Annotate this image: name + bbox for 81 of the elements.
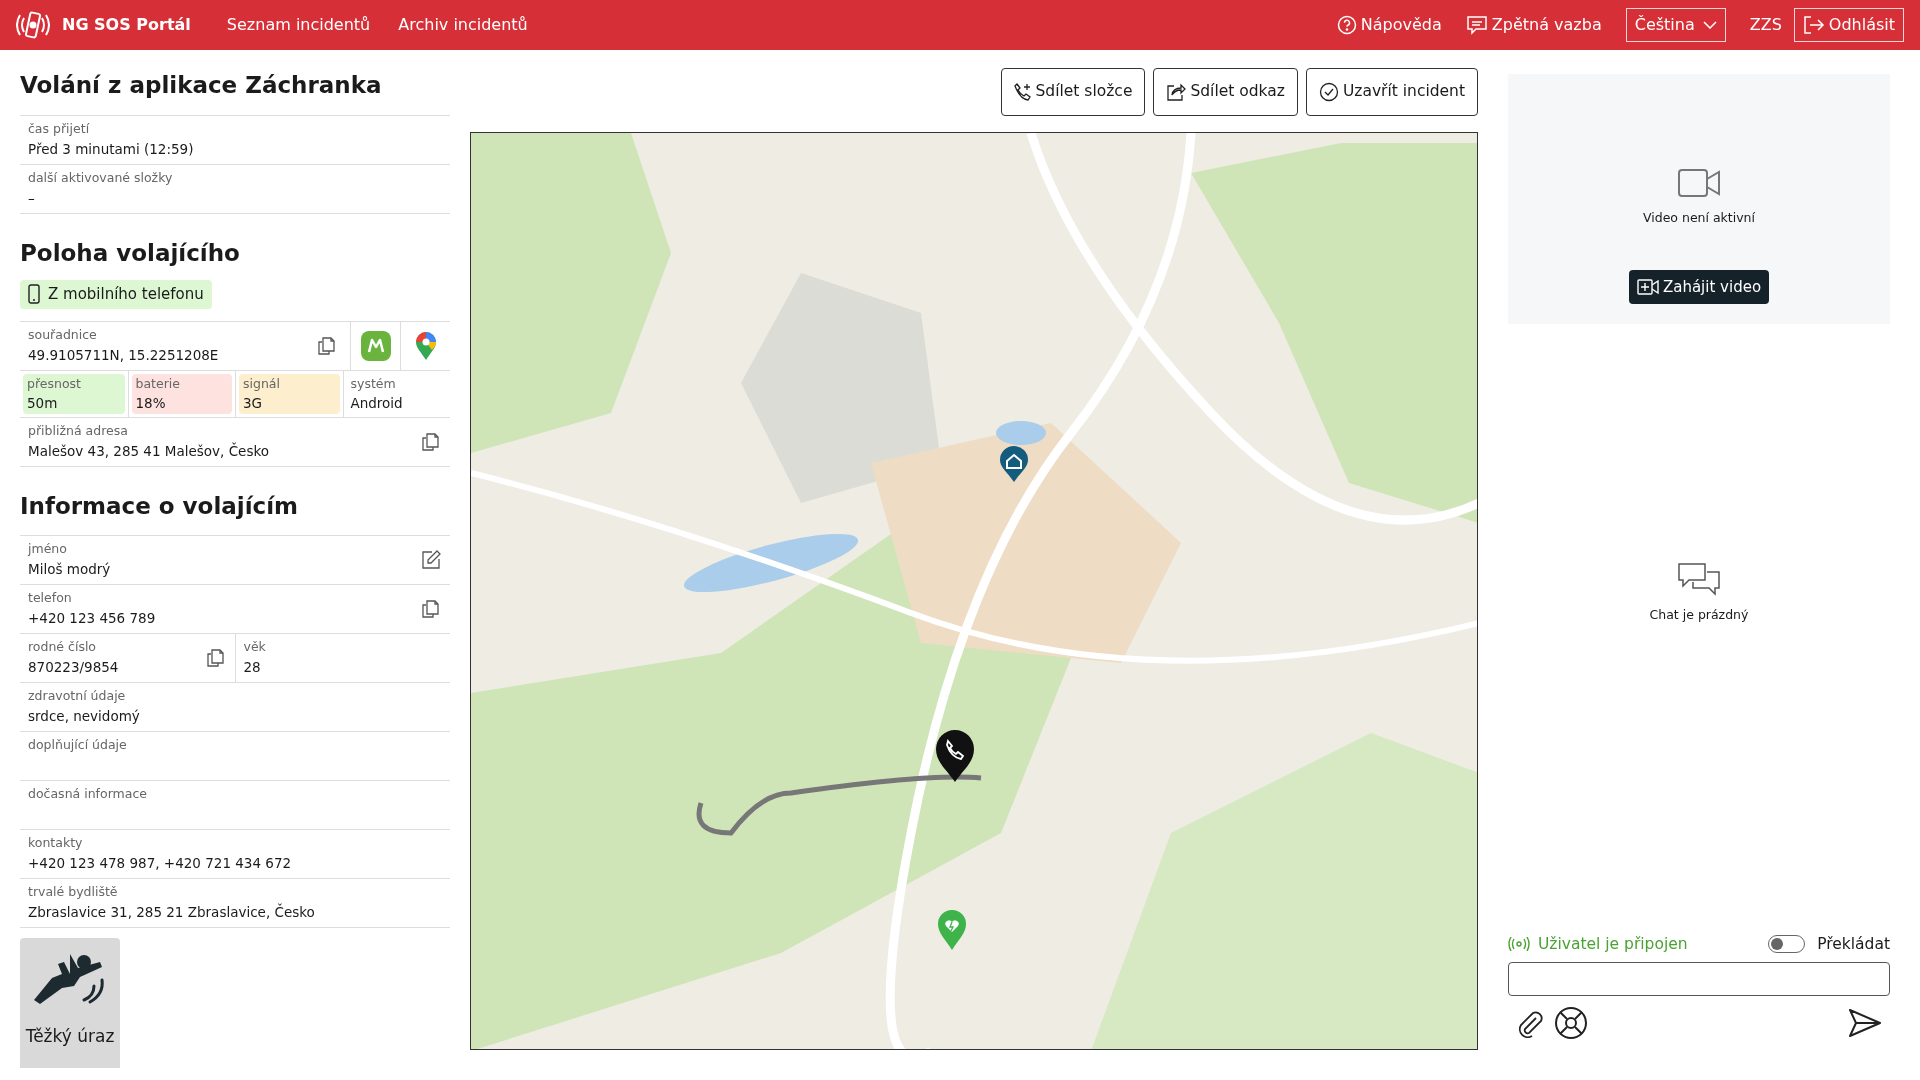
role-label: ZZS <box>1749 14 1782 36</box>
field-label: přibližná adresa <box>28 421 129 440</box>
copy-icon[interactable] <box>420 598 442 620</box>
field-value: 870223/9854 <box>28 658 120 677</box>
field-label: systém <box>350 374 397 393</box>
action-button[interactable]: Uzavřít incident <box>1305 68 1478 116</box>
video-status: Video není aktivní <box>1642 209 1755 227</box>
section-heading: Volání z aplikace Záchranka <box>20 71 383 100</box>
logo-icon <box>16 10 50 40</box>
field-label: signál <box>243 374 281 393</box>
field-label: souřadnice <box>28 325 98 344</box>
field-label: baterie <box>135 374 181 393</box>
nav-link[interactable]: Archiv incidentů <box>398 13 528 37</box>
start-video-button[interactable]: Zahájit video <box>1628 269 1770 304</box>
feedback-link[interactable]: Zpětná vazba <box>1465 13 1602 37</box>
field-value: Malešov 43, 285 41 Malešov, Česko <box>28 441 271 461</box>
field-value: 50m <box>27 393 59 413</box>
nav-link[interactable]: Seznam incidentů <box>226 13 371 37</box>
chat-icon <box>1677 562 1721 596</box>
comment-icon <box>1465 15 1488 35</box>
translate-toggle[interactable] <box>1768 935 1806 954</box>
attachment-icon[interactable] <box>1516 1008 1544 1038</box>
field-value: Miloš modrý <box>28 560 112 579</box>
field-value: 18% <box>135 393 167 413</box>
action-button[interactable]: Sdílet odkaz <box>1153 68 1298 116</box>
connection-status: Uživatel je připojen <box>1508 932 1688 956</box>
field-label: trvalé bydliště <box>28 883 119 901</box>
map-app-icon[interactable] <box>360 330 391 361</box>
source-badge: Z mobilního telefonu <box>20 280 212 309</box>
edit-icon[interactable] <box>420 549 442 571</box>
field-label: další aktivované složky <box>28 168 174 187</box>
video-plus-icon <box>1636 278 1659 295</box>
field-label: zdravotní údaje <box>28 687 127 705</box>
caller-pin-icon[interactable] <box>935 729 975 783</box>
help-icon <box>1336 15 1357 35</box>
chevron-down-icon <box>1702 21 1717 29</box>
field-value: +420 123 478 987, +420 721 434 672 <box>28 854 293 873</box>
field-label: věk <box>243 638 267 656</box>
check-circle-icon <box>1318 82 1339 102</box>
message-input[interactable] <box>1508 962 1890 996</box>
field-value: +420 123 456 789 <box>28 609 157 628</box>
copy-icon[interactable] <box>316 334 338 357</box>
field-value: Zbraslavice 31, 285 21 Zbraslavice, Česko <box>28 902 316 922</box>
lifebuoy-icon[interactable] <box>1554 1006 1588 1040</box>
field-value: 49.9105711N, 15.2251208E <box>28 345 220 365</box>
field-label: kontakty <box>28 834 84 852</box>
language-select[interactable]: Čeština <box>1625 8 1726 42</box>
portal-title: NG SOS Portál <box>62 14 191 36</box>
field-value: Před 3 minutami (12:59) <box>28 139 195 159</box>
field-value: 28 <box>243 658 262 677</box>
field-label: přesnost <box>27 374 82 393</box>
logout-button[interactable]: Odhlásit <box>1793 8 1904 42</box>
phone-plus-icon <box>1013 83 1032 101</box>
category-tile[interactable]: Těžký úraz <box>20 938 120 1068</box>
field-label: doplňující údaje <box>28 736 128 754</box>
action-button[interactable]: Sdílet složce <box>1000 68 1146 116</box>
aed-pin-icon[interactable] <box>937 909 967 951</box>
video-camera-icon <box>1678 169 1720 197</box>
logout-icon <box>1802 15 1825 35</box>
broadcast-icon <box>1508 937 1530 952</box>
help-link[interactable]: Nápověda <box>1336 13 1442 37</box>
phone-icon <box>28 284 40 305</box>
copy-icon[interactable] <box>420 430 442 453</box>
chat-empty-text: Chat je prázdný <box>1649 606 1749 624</box>
translate-label: Překládat <box>1817 933 1890 955</box>
field-label: jméno <box>28 540 68 558</box>
field-label: čas přijetí <box>28 119 91 138</box>
field-value: Android <box>350 393 404 413</box>
field-value: 3G <box>243 393 264 413</box>
share-icon <box>1166 83 1187 101</box>
section-heading: Poloha volajícího <box>20 238 241 268</box>
copy-icon[interactable] <box>204 647 227 669</box>
send-icon[interactable] <box>1848 1008 1882 1038</box>
field-label: rodné číslo <box>28 638 97 656</box>
field-label: dočasná informace <box>28 785 148 803</box>
home-marker-icon[interactable] <box>999 445 1029 483</box>
map-pin-icon[interactable] <box>414 330 437 361</box>
field-value: srdce, nevidomý <box>28 707 141 726</box>
field-label: telefon <box>28 589 73 607</box>
field-value: – <box>28 188 36 208</box>
section-heading: Informace o volajícím <box>20 491 300 521</box>
